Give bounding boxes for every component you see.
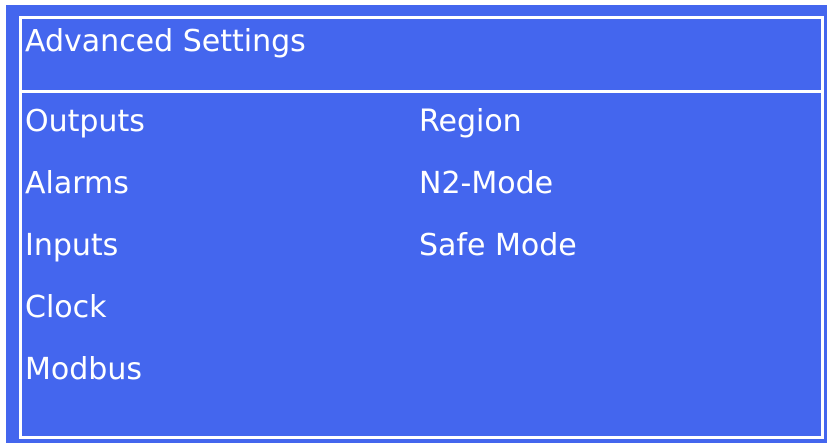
menu-item-modbus[interactable]: Modbus	[25, 350, 145, 412]
menu-item-clock[interactable]: Clock	[25, 288, 145, 350]
menu-item-region[interactable]: Region	[419, 102, 577, 164]
menu-item-outputs[interactable]: Outputs	[25, 102, 145, 164]
menu-item-alarms[interactable]: Alarms	[25, 164, 145, 226]
menu-column-left: Outputs Alarms Inputs Clock Modbus	[25, 102, 145, 412]
menu-column-right: Region N2-Mode Safe Mode	[419, 102, 577, 288]
menu-item-inputs[interactable]: Inputs	[25, 226, 145, 288]
menu-item-safe-mode[interactable]: Safe Mode	[419, 226, 577, 288]
device-screen: Advanced Settings Outputs Alarms Inputs …	[6, 5, 827, 443]
menu-item-n2-mode[interactable]: N2-Mode	[419, 164, 577, 226]
page-title: Advanced Settings	[25, 24, 306, 59]
